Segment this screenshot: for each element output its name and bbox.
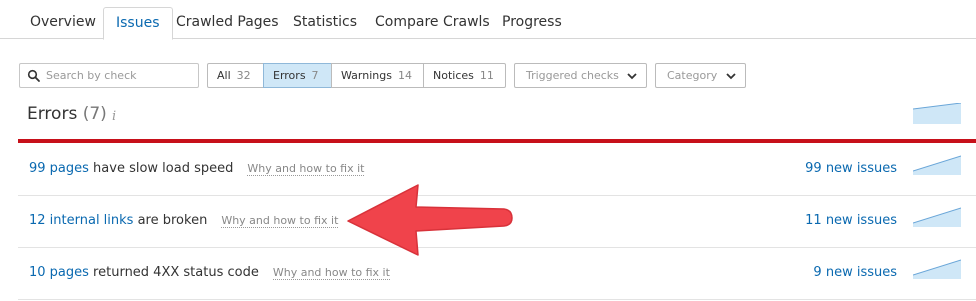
errors-trend-sparkline <box>913 103 961 124</box>
filter-notices[interactable]: Notices 11 <box>423 63 506 88</box>
filter-warnings[interactable]: Warnings 14 <box>331 63 424 88</box>
filter-all-count: 32 <box>236 69 251 82</box>
issue-text: 99 pages have slow load speed Why and how… <box>29 161 365 176</box>
issue-link[interactable]: 12 internal links <box>29 213 133 228</box>
tab-crawled-pages[interactable]: Crawled Pages <box>164 7 291 39</box>
search-box[interactable] <box>19 63 199 88</box>
annotation-arrow-icon <box>347 184 513 256</box>
why-fix-link[interactable]: Why and how to fix it <box>247 162 365 176</box>
error-divider <box>18 139 976 143</box>
issue-link[interactable]: 99 pages <box>29 161 89 176</box>
new-issues-link[interactable]: 99 new issues <box>805 161 897 176</box>
tab-compare-crawls[interactable]: Compare Crawls <box>363 7 502 39</box>
issue-text: 12 internal links are broken Why and how … <box>29 213 339 228</box>
why-fix-link[interactable]: Why and how to fix it <box>272 266 390 280</box>
category-label: Category <box>667 69 718 82</box>
tab-progress[interactable]: Progress <box>490 7 574 39</box>
tab-bar: Overview Issues Crawled Pages Statistics… <box>0 0 976 40</box>
section-title: Errors (7) <box>27 104 107 124</box>
section-count: (7) <box>82 104 107 124</box>
filter-errors-count: 7 <box>311 69 319 82</box>
tab-statistics[interactable]: Statistics <box>281 7 369 39</box>
issue-description: have slow load speed <box>88 161 234 176</box>
filter-all-label: All <box>217 69 231 82</box>
chevron-down-icon <box>627 73 637 80</box>
category-dropdown[interactable]: Category <box>655 63 746 88</box>
issue-trend-sparkline <box>913 259 961 279</box>
section-title-label: Errors <box>27 104 78 124</box>
search-input[interactable] <box>46 66 194 85</box>
issue-link[interactable]: 10 pages <box>29 265 89 280</box>
issue-description: returned 4XX status code <box>88 265 259 280</box>
issue-trend-sparkline <box>913 207 961 227</box>
filter-errors[interactable]: Errors 7 <box>263 63 332 88</box>
issue-text: 10 pages returned 4XX status code Why and… <box>29 265 390 280</box>
triggered-checks-dropdown[interactable]: Triggered checks <box>514 63 647 88</box>
filter-warnings-label: Warnings <box>341 69 392 82</box>
triggered-checks-label: Triggered checks <box>526 69 619 82</box>
filter-warnings-count: 14 <box>397 69 412 82</box>
search-icon <box>27 69 40 82</box>
filter-notices-count: 11 <box>479 69 494 82</box>
info-icon[interactable]: i <box>112 109 116 124</box>
new-issues-link[interactable]: 9 new issues <box>813 265 897 280</box>
filter-all[interactable]: All 32 <box>207 63 264 88</box>
tab-overview[interactable]: Overview <box>18 7 108 39</box>
filter-errors-label: Errors <box>273 69 306 82</box>
chevron-down-icon <box>726 73 736 80</box>
issue-trend-sparkline <box>913 155 961 175</box>
filter-notices-label: Notices <box>433 69 474 82</box>
issue-description: are broken <box>133 213 208 228</box>
tab-issues[interactable]: Issues <box>103 7 173 40</box>
new-issues-link[interactable]: 11 new issues <box>805 213 897 228</box>
why-fix-link[interactable]: Why and how to fix it <box>221 214 339 228</box>
